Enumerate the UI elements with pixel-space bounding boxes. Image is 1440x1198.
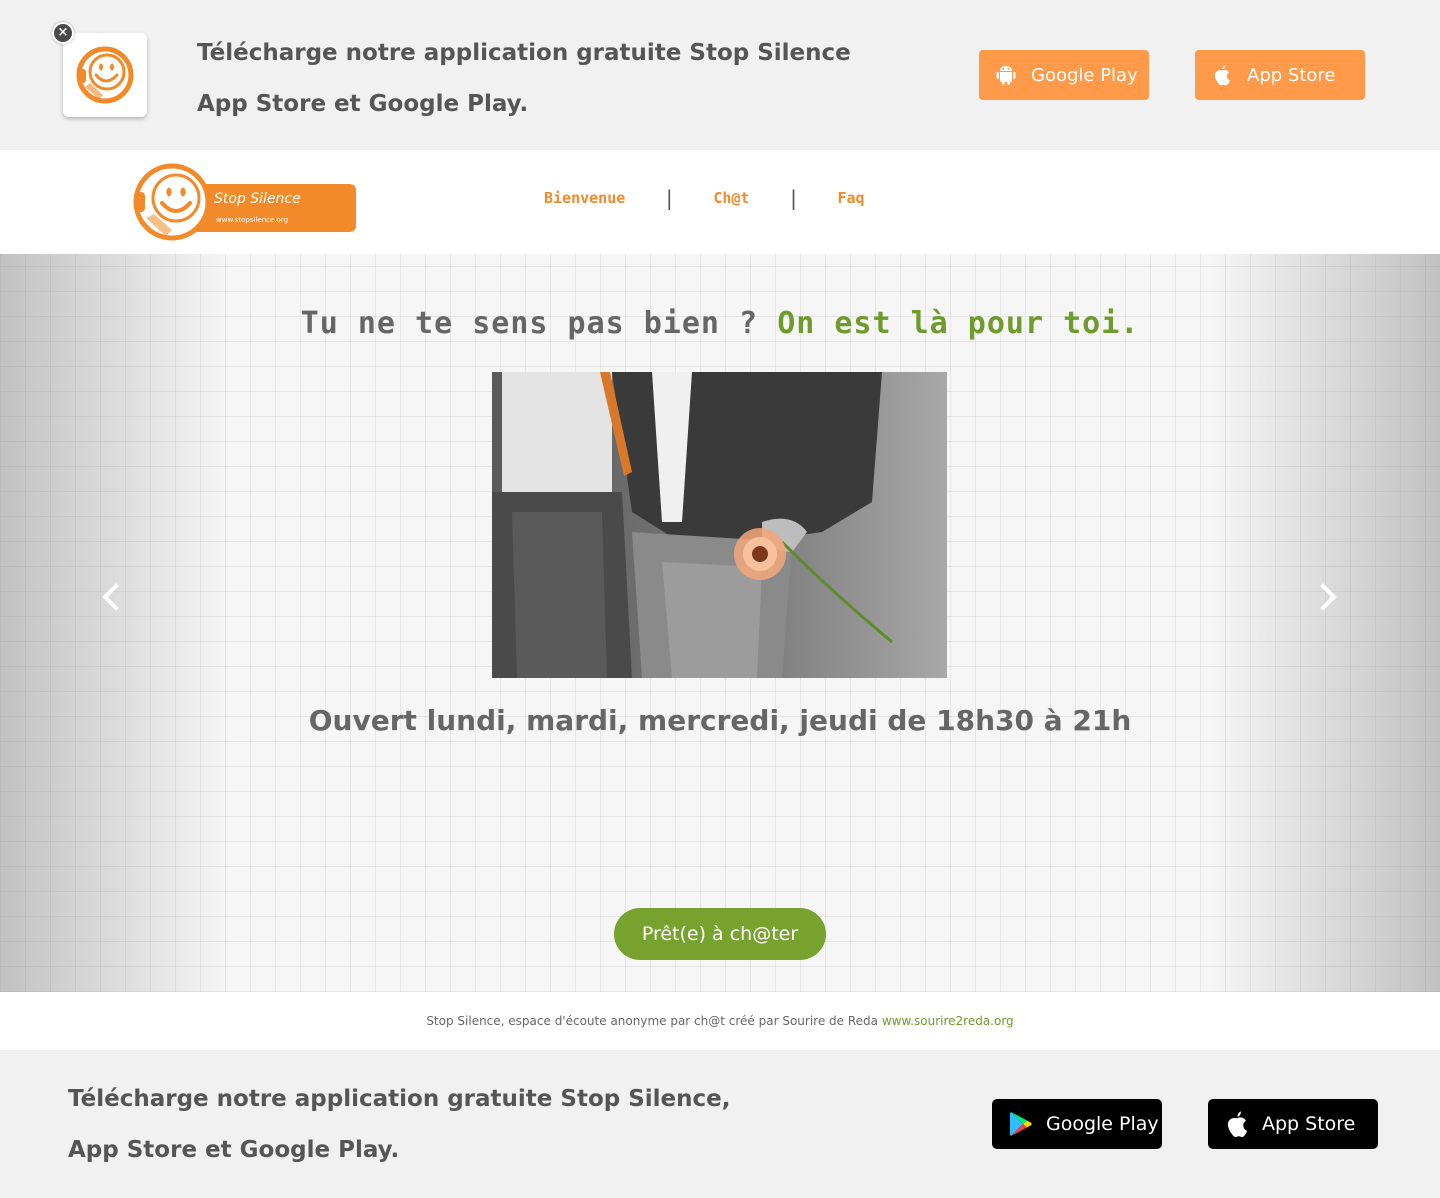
apple-icon [1211,64,1233,86]
start-chat-button[interactable]: Prêt(e) à ch@ter [614,908,826,960]
logo-url: www.stopsilence.org [216,216,288,224]
nav-faq[interactable]: Faq [838,189,865,207]
smiley-logo-icon [76,46,134,104]
hero-photo [492,372,947,678]
sourire2reda-link[interactable]: www.sourire2reda.org [882,1014,1014,1028]
nav-bienvenue[interactable]: Bienvenue [544,189,625,207]
banner-text-line1: Télécharge notre application gratuite St… [197,40,851,66]
site-logo[interactable]: Stop Silence www.stopsilence.org [132,162,358,242]
credit-line: Stop Silence, espace d'écoute anonyme pa… [0,992,1440,1050]
stop-silence-logo-icon: Stop Silence www.stopsilence.org [133,163,356,241]
hero-carousel: Tu ne te sens pas bien ? On est là pour … [0,254,1440,992]
banner-text-line2: App Store et Google Play. [197,91,529,117]
site-header: Stop Silence www.stopsilence.org Bienven… [0,150,1440,254]
hero-answer: On est là pour toi. [777,306,1140,341]
nav-separator: | [663,186,676,210]
nav-separator: | [787,186,800,210]
footer-app-store-label: App Store [1262,1113,1356,1135]
close-banner-button[interactable]: × [52,22,74,44]
app-store-label: App Store [1247,64,1336,86]
footer-text-line2: App Store et Google Play. [68,1137,400,1163]
apple-icon [1224,1110,1250,1138]
footer-google-play-label: Google Play [1046,1113,1159,1135]
hero-question: Tu ne te sens pas bien ? [300,306,759,341]
carousel-prev-arrow-icon[interactable] [96,582,126,612]
main-nav: Bienvenue | Ch@t | Faq [544,186,865,210]
app-icon [63,33,147,117]
google-play-button[interactable]: Google Play [979,50,1149,100]
google-play-icon [1008,1110,1034,1138]
hero-heading: Tu ne te sens pas bien ? On est là pour … [0,306,1440,341]
logo-title: Stop Silence [214,191,301,207]
carousel-next-arrow-icon[interactable] [1313,582,1343,612]
footer-app-store-button[interactable]: App Store [1208,1099,1378,1149]
opening-hours: Ouvert lundi, mardi, mercredi, jeudi de … [308,704,1132,737]
footer-text-line1: Télécharge notre application gratuite St… [68,1086,731,1112]
footer-google-play-button[interactable]: Google Play [992,1099,1162,1149]
footer-banner-text: Télécharge notre application gratuite St… [68,1074,731,1176]
google-play-label: Google Play [1031,64,1138,86]
app-store-button[interactable]: App Store [1195,50,1365,100]
android-icon [995,64,1017,86]
app-download-footer: Télécharge notre application gratuite St… [0,1050,1440,1198]
app-download-banner: × Télécharge notre application gratuite … [0,0,1440,150]
banner-text: Télécharge notre application gratuite St… [197,28,851,130]
nav-chat[interactable]: Ch@t [713,189,749,207]
credit-text: Stop Silence, espace d'écoute anonyme pa… [426,1014,879,1028]
